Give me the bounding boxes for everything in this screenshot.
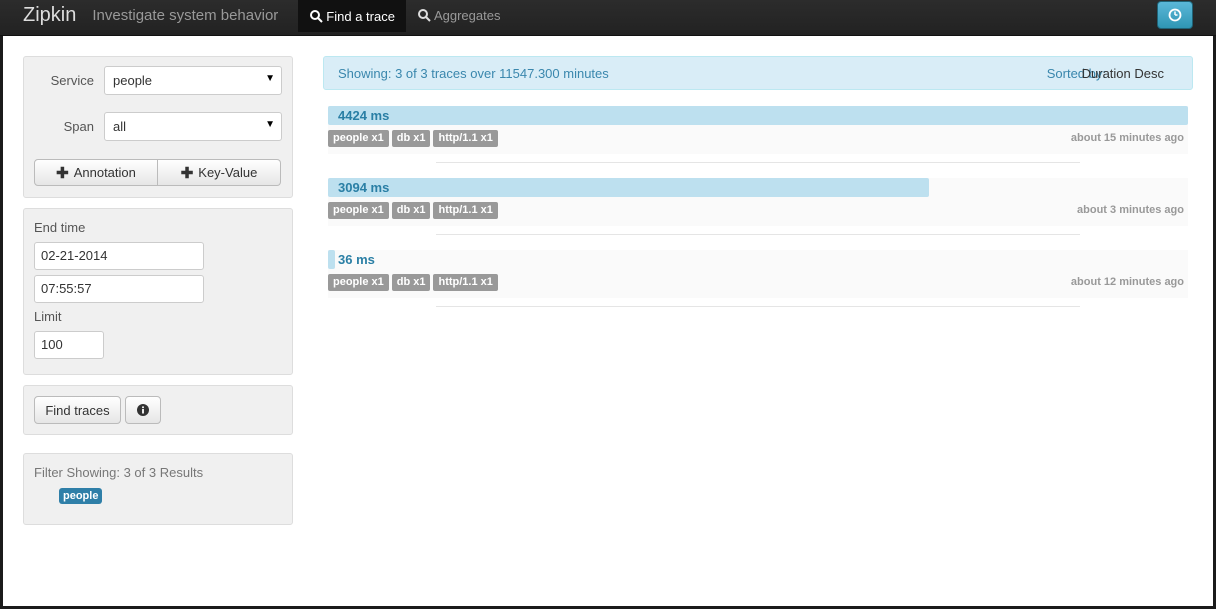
trace-timestamp: about 15 minutes ago bbox=[1070, 132, 1184, 144]
service-tag: db x1 bbox=[391, 130, 431, 147]
service-tags: people x1 db x1 http/1.1 x1 bbox=[328, 130, 501, 147]
trace-timestamp: about 12 minutes ago bbox=[1070, 276, 1184, 288]
limit-field[interactable]: 100 bbox=[34, 331, 104, 359]
end-time-label: End time bbox=[34, 220, 86, 235]
navbar: Zipkin Investigate system behavior Find … bbox=[0, 0, 1216, 36]
end-date-field[interactable]: 02-21-2014 bbox=[34, 242, 204, 270]
trace-row[interactable]: 3094 ms people x1 db x1 http/1.1 x1 abou… bbox=[328, 178, 1188, 250]
add-key-value-button[interactable]: ✚ Key-Value bbox=[158, 159, 281, 186]
divider bbox=[436, 234, 1080, 235]
info-button[interactable] bbox=[125, 396, 161, 424]
filter-summary: Filter Showing: 3 of 3 Results bbox=[34, 465, 204, 480]
service-tag: people x1 bbox=[328, 274, 389, 291]
showing-text: Showing: 3 of 3 traces over 11547.300 mi… bbox=[338, 66, 609, 81]
plus-icon: ✚ bbox=[56, 164, 69, 182]
divider bbox=[436, 306, 1080, 307]
clock-icon bbox=[1168, 8, 1182, 22]
plus-icon: ✚ bbox=[180, 164, 194, 182]
key-value-label: Key-Value bbox=[198, 165, 258, 180]
filter-well: Filter Showing: 3 of 3 Results people bbox=[23, 453, 293, 525]
brand-logo[interactable]: Zipkin bbox=[0, 0, 86, 30]
span-label: Span bbox=[63, 119, 94, 134]
trace-timestamp: about 3 minutes ago bbox=[1077, 204, 1184, 216]
search-icon bbox=[417, 9, 431, 22]
caret-down-icon: ▼ bbox=[265, 73, 275, 84]
service-tag: db x1 bbox=[391, 274, 431, 291]
duration-bar bbox=[328, 106, 1188, 125]
time-well: End time 02-21-2014 07:55:57 Limit 100 bbox=[23, 208, 293, 375]
tab-aggregates[interactable]: Aggregates bbox=[406, 0, 512, 30]
service-filter-badge[interactable]: people bbox=[59, 488, 103, 504]
trace-duration: 4424 ms bbox=[338, 108, 390, 123]
search-well: Service people ▼ Span all ▼ ✚ Annotation… bbox=[23, 56, 293, 198]
limit-label: Limit bbox=[34, 309, 62, 324]
search-icon bbox=[310, 10, 324, 23]
info-icon bbox=[137, 404, 149, 416]
trace-duration: 3094 ms bbox=[338, 180, 390, 195]
divider bbox=[436, 162, 1080, 163]
trace-duration: 36 ms bbox=[338, 252, 375, 267]
service-tags: people x1 db x1 http/1.1 x1 bbox=[328, 274, 501, 291]
caret-down-icon: ▼ bbox=[265, 119, 275, 130]
service-select[interactable]: people ▼ bbox=[104, 66, 282, 95]
service-tag: http/1.1 x1 bbox=[433, 202, 498, 219]
annotation-label: Annotation bbox=[73, 165, 136, 180]
actions-well: Find traces bbox=[23, 385, 293, 435]
tab-find-a-trace[interactable]: Find a trace bbox=[298, 0, 406, 32]
trace-row[interactable]: 4424 ms people x1 db x1 http/1.1 x1 abou… bbox=[328, 106, 1188, 178]
duration-bar bbox=[328, 178, 929, 197]
service-label: Service bbox=[50, 73, 94, 88]
tab-label: Find a trace bbox=[326, 8, 395, 24]
timezone-button[interactable] bbox=[1157, 1, 1193, 29]
duration-bar bbox=[328, 250, 335, 269]
end-time-field[interactable]: 07:55:57 bbox=[34, 275, 204, 303]
results-summary-alert: Showing: 3 of 3 traces over 11547.300 mi… bbox=[323, 56, 1193, 90]
sort-order-toggle[interactable]: Duration Desc bbox=[1082, 66, 1164, 81]
span-select[interactable]: all ▼ bbox=[104, 112, 282, 141]
service-tag: http/1.1 x1 bbox=[433, 130, 498, 147]
service-tag: http/1.1 x1 bbox=[433, 274, 498, 291]
service-tag: people x1 bbox=[328, 130, 389, 147]
tagline: Investigate system behavior bbox=[92, 6, 279, 24]
service-tags: people x1 db x1 http/1.1 x1 bbox=[328, 202, 501, 219]
add-annotation-button[interactable]: ✚ Annotation bbox=[34, 159, 158, 186]
service-value: people bbox=[113, 73, 153, 88]
content-panel: Service people ▼ Span all ▼ ✚ Annotation… bbox=[3, 36, 1213, 606]
tab-label: Aggregates bbox=[433, 7, 501, 23]
trace-row[interactable]: 36 ms people x1 db x1 http/1.1 x1 about … bbox=[328, 250, 1188, 322]
filter-button-group: ✚ Annotation ✚ Key-Value bbox=[34, 159, 281, 186]
service-tag: db x1 bbox=[391, 202, 431, 219]
find-traces-button[interactable]: Find traces bbox=[34, 396, 121, 424]
service-tag: people x1 bbox=[328, 202, 389, 219]
span-value: all bbox=[113, 119, 127, 134]
